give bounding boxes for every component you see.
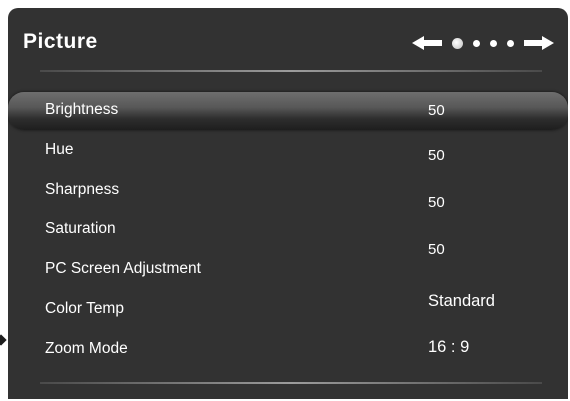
top-divider — [40, 70, 542, 72]
left-arrow-icon[interactable] — [412, 36, 442, 50]
menu-item-saturation[interactable]: Saturation — [45, 220, 116, 238]
brightness-value: 50 — [428, 102, 445, 119]
hue-value: 50 — [428, 147, 445, 164]
bottom-divider — [40, 382, 542, 384]
menu-item-color-temp[interactable]: Color Temp — [45, 300, 124, 318]
color-temp-value: Standard — [428, 292, 495, 310]
menu-item-hue[interactable]: Hue — [45, 141, 73, 159]
picture-menu-panel: Picture Brightness Hue Sharpness Saturat… — [8, 8, 568, 399]
menu-item-brightness[interactable]: Brightness — [45, 101, 118, 119]
item-pointer-icon — [0, 334, 7, 346]
menu-item-zoom-mode[interactable]: Zoom Mode — [45, 340, 128, 358]
page-indicator — [412, 32, 554, 54]
page-dot-2[interactable] — [473, 39, 480, 47]
right-arrow-icon[interactable] — [524, 36, 554, 50]
menu-item-pc-screen-adjustment[interactable]: PC Screen Adjustment — [45, 260, 201, 278]
page-dot-4[interactable] — [507, 39, 514, 47]
saturation-value: 50 — [428, 241, 445, 258]
menu-item-sharpness[interactable]: Sharpness — [45, 181, 119, 199]
sharpness-value: 50 — [428, 194, 445, 211]
page-dot-3[interactable] — [490, 39, 497, 47]
page-dot-1[interactable] — [452, 37, 463, 49]
menu-title: Picture — [23, 30, 98, 53]
zoom-mode-value: 16 : 9 — [428, 338, 470, 356]
